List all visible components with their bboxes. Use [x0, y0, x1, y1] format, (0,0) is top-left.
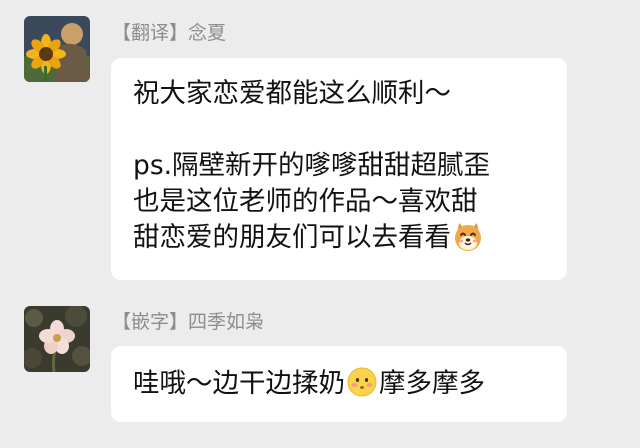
message-text-line: 哇哦～边干边揉奶 摩多摩多 — [133, 366, 553, 402]
flower-photo-avatar-icon[interactable] — [24, 306, 90, 372]
message-text-line — [133, 112, 553, 148]
sunflower-avatar-icon[interactable] — [24, 16, 90, 82]
blushing-face-emoji-icon — [346, 366, 378, 398]
message-text-line: ps.隔壁新开的嗲嗲甜甜超腻歪 — [133, 150, 491, 181]
sender-name[interactable]: 【翻译】念夏 — [112, 21, 226, 45]
shiba-dog-emoji-icon — [452, 220, 484, 252]
message-text: 哇哦～边干边揉奶 — [133, 368, 345, 399]
message-text-line: 也是这位老师的作品～喜欢甜 — [133, 186, 478, 217]
message-text-line: 甜恋爱的朋友们可以去看看 — [133, 220, 553, 256]
message-text: 摩多摩多 — [379, 368, 485, 399]
message-text: 甜恋爱的朋友们可以去看看 — [133, 222, 451, 253]
chat-view: 【翻译】念夏 祝大家恋爱都能这么顺利～ ps.隔壁新开的嗲嗲甜甜超腻歪 也是这位… — [0, 0, 640, 448]
message-bubble[interactable]: 祝大家恋爱都能这么顺利～ ps.隔壁新开的嗲嗲甜甜超腻歪 也是这位老师的作品～喜… — [111, 58, 567, 280]
message-text-line: 祝大家恋爱都能这么顺利～ — [133, 78, 451, 109]
message-bubble[interactable]: 哇哦～边干边揉奶 摩多摩多 — [111, 346, 567, 422]
sender-name[interactable]: 【嵌字】四季如枭 — [112, 310, 264, 334]
